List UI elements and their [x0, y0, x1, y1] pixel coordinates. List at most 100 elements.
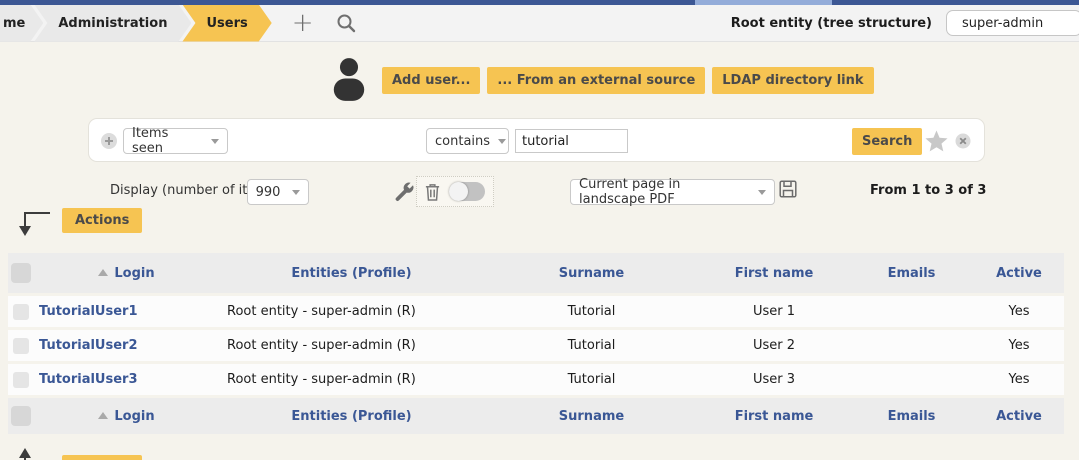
breadcrumb-item-administration[interactable]: Administration	[34, 5, 191, 42]
search-field-value: Items seen	[132, 126, 203, 156]
ldap-directory-link-button[interactable]: LDAP directory link	[712, 67, 873, 94]
actions-menu-top: Actions	[14, 208, 142, 242]
column-header-login[interactable]: Login	[34, 398, 219, 434]
breadcrumb-label: me	[3, 16, 25, 31]
column-header-label: Login	[114, 266, 154, 281]
toggle-knob	[449, 182, 468, 201]
column-header-label: First name	[735, 266, 814, 281]
user-login-link[interactable]: TutorialUser1	[39, 304, 138, 319]
sort-asc-icon	[98, 269, 108, 276]
clear-circle-icon[interactable]	[955, 133, 971, 149]
user-menu[interactable]: super-admin	[946, 10, 1079, 36]
column-header-label: Surname	[559, 409, 624, 424]
trash-icon[interactable]	[424, 182, 441, 202]
first-name-cell: User 1	[699, 296, 849, 327]
table-row[interactable]: TutorialUser1 Root entity - super-admin …	[8, 296, 1064, 327]
user-silhouette-icon	[330, 56, 368, 106]
first-name-cell: User 2	[699, 330, 849, 361]
emails-cell	[849, 330, 974, 361]
bulk-delete-group	[416, 176, 494, 207]
pagination-range-label: From 1 to 3 of 3	[870, 183, 986, 198]
column-header-label: Surname	[559, 266, 624, 281]
display-count-select[interactable]: 990	[247, 179, 309, 205]
breadcrumb-bar: me Administration Users + Root entity (t…	[0, 5, 1079, 42]
actions-button[interactable]: Actions	[62, 455, 142, 460]
user-login-link[interactable]: TutorialUser3	[39, 372, 138, 387]
surname-cell: Tutorial	[484, 364, 699, 395]
organization-scope-label: Root entity (tree structure)	[731, 16, 932, 31]
emails-cell	[849, 364, 974, 395]
breadcrumb-item-home[interactable]: me	[0, 5, 43, 42]
user-login-link[interactable]: TutorialUser2	[39, 338, 138, 353]
breadcrumb-item-users[interactable]: Users	[182, 5, 271, 42]
column-header-emails[interactable]: Emails	[849, 398, 974, 434]
chevron-down-icon	[758, 190, 766, 195]
users-table: Login Entities (Profile) Surname First n…	[8, 250, 1064, 437]
column-header-label: Emails	[888, 266, 936, 281]
column-header-login[interactable]: Login	[34, 253, 219, 293]
corner-arrow-down-icon	[14, 208, 52, 242]
wrench-icon[interactable]	[394, 181, 415, 202]
list-toolbar: Display (number of items) 990 Current pa…	[0, 176, 1079, 212]
column-header-first-name[interactable]: First name	[699, 253, 849, 293]
column-header-entities[interactable]: Entities (Profile)	[219, 253, 484, 293]
column-header-label: Login	[114, 409, 154, 424]
column-header-label: Emails	[888, 409, 936, 424]
column-header-surname[interactable]: Surname	[484, 398, 699, 434]
search-operator-select[interactable]: contains	[426, 128, 509, 154]
search-button[interactable]: Search	[852, 128, 922, 155]
search-query-input[interactable]	[515, 129, 628, 153]
column-header-label: Entities (Profile)	[291, 409, 411, 424]
search-panel: Items seen contains Search	[88, 118, 985, 162]
column-header-label: First name	[735, 409, 814, 424]
table-footer-header-row: Login Entities (Profile) Surname First n…	[8, 398, 1064, 434]
column-header-emails[interactable]: Emails	[849, 253, 974, 293]
breadcrumb-label: Users	[206, 16, 247, 31]
chevron-down-icon	[498, 139, 506, 144]
corner-arrow-up-icon	[14, 446, 52, 460]
active-cell: Yes	[974, 330, 1064, 361]
star-icon[interactable]	[925, 130, 948, 152]
export-format-value: Current page in landscape PDF	[579, 177, 750, 207]
search-operator-value: contains	[435, 134, 490, 149]
magnifier-icon[interactable]	[336, 13, 356, 33]
chevron-down-icon	[211, 139, 219, 144]
row-checkbox[interactable]	[13, 304, 29, 320]
select-all-checkbox[interactable]	[11, 406, 31, 426]
actions-button[interactable]: Actions	[62, 208, 142, 233]
add-criteria-icon[interactable]	[100, 132, 118, 150]
surname-cell: Tutorial	[484, 296, 699, 327]
table-row[interactable]: TutorialUser3 Root entity - super-admin …	[8, 364, 1064, 395]
add-user-button[interactable]: Add user...	[382, 67, 480, 94]
row-checkbox[interactable]	[13, 338, 29, 354]
column-header-surname[interactable]: Surname	[484, 253, 699, 293]
user-menu-value: super-admin	[962, 16, 1043, 31]
table-header-row: Login Entities (Profile) Surname First n…	[8, 253, 1064, 293]
column-header-label: Active	[996, 409, 1042, 424]
save-icon[interactable]	[779, 180, 797, 198]
search-field-select[interactable]: Items seen	[123, 128, 228, 154]
column-header-entities[interactable]: Entities (Profile)	[219, 398, 484, 434]
entities-cell: Root entity - super-admin (R)	[219, 364, 484, 395]
first-name-cell: User 3	[699, 364, 849, 395]
column-header-active[interactable]: Active	[974, 398, 1064, 434]
table-row[interactable]: TutorialUser2 Root entity - super-admin …	[8, 330, 1064, 361]
new-tab-plus-icon[interactable]: +	[292, 13, 314, 33]
actions-menu-bottom: Actions	[14, 446, 142, 460]
surname-cell: Tutorial	[484, 330, 699, 361]
select-all-checkbox[interactable]	[11, 263, 31, 283]
column-header-first-name[interactable]: First name	[699, 398, 849, 434]
row-checkbox[interactable]	[13, 372, 29, 388]
breadcrumb-label: Administration	[58, 16, 167, 31]
emails-cell	[849, 296, 974, 327]
column-header-label: Active	[996, 266, 1042, 281]
entities-cell: Root entity - super-admin (R)	[219, 330, 484, 361]
export-format-select[interactable]: Current page in landscape PDF	[570, 179, 775, 205]
active-cell: Yes	[974, 296, 1064, 327]
column-header-active[interactable]: Active	[974, 253, 1064, 293]
sort-asc-icon	[98, 412, 108, 419]
column-header-label: Entities (Profile)	[291, 266, 411, 281]
active-cell: Yes	[974, 364, 1064, 395]
toggle-switch[interactable]	[449, 182, 485, 201]
add-user-external-source-button[interactable]: ... From an external source	[487, 67, 705, 94]
